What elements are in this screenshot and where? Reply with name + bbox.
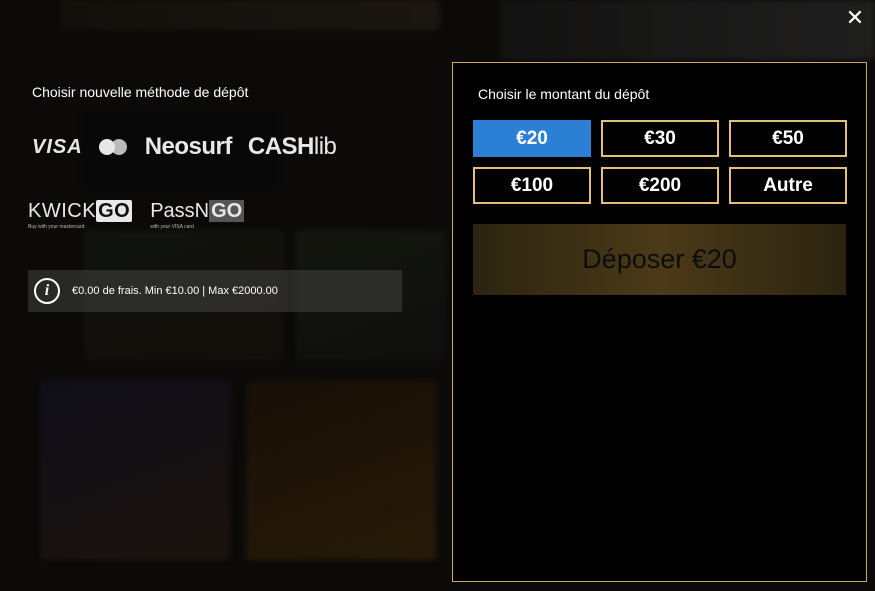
fee-info-text: €0.00 de frais. Min €10.00 | Max €2000.0… xyxy=(72,285,278,297)
payment-methods-row: VISA Neosurf CASHlib xyxy=(32,133,337,161)
deposit-button[interactable]: Déposer €20 xyxy=(473,224,846,295)
amount-button-other[interactable]: Autre xyxy=(729,167,847,204)
amount-button-20[interactable]: €20 xyxy=(473,120,591,157)
deposit-amount-panel: Choisir le montant du dépôt €20 €30 €50 … xyxy=(452,62,867,582)
cashlib-method[interactable]: CASHlib xyxy=(248,133,337,161)
cashlib-label-b: lib xyxy=(313,133,337,160)
amount-title: Choisir le montant du dépôt xyxy=(478,86,650,102)
kwick-label: KWICK xyxy=(28,200,97,222)
neosurf-method[interactable]: Neosurf xyxy=(145,133,233,161)
fee-info-box: i €0.00 de frais. Min €10.00 | Max €2000… xyxy=(28,270,402,312)
kwick-go-label: GO xyxy=(96,200,133,222)
amount-button-50[interactable]: €50 xyxy=(729,120,847,157)
mastercard-method[interactable] xyxy=(98,138,129,156)
cashlib-label-a: CASH xyxy=(247,133,315,160)
info-icon: i xyxy=(34,278,60,304)
amount-options: €20 €30 €50 €100 €200 Autre xyxy=(473,120,847,204)
payment-methods-row: KWICK GO Buy with your mastercard PassN GO… xyxy=(28,200,245,230)
kwick-sub: Buy with your mastercard xyxy=(28,224,85,230)
amount-button-200[interactable]: €200 xyxy=(601,167,719,204)
close-icon[interactable]: ✕ xyxy=(844,7,866,29)
passn-go-label: GO xyxy=(209,200,245,222)
visa-method[interactable]: VISA xyxy=(32,136,83,159)
passn-sub: with your VISA card xyxy=(150,224,194,230)
passngo-method[interactable]: PassN GO with your VISA card xyxy=(150,200,245,230)
amount-button-100[interactable]: €100 xyxy=(473,167,591,204)
mastercard-icon xyxy=(110,139,127,155)
kwickgo-method[interactable]: KWICK GO Buy with your mastercard xyxy=(28,200,133,230)
passn-label: PassN xyxy=(150,200,210,222)
amount-button-30[interactable]: €30 xyxy=(601,120,719,157)
method-title: Choisir nouvelle méthode de dépôt xyxy=(32,84,249,100)
